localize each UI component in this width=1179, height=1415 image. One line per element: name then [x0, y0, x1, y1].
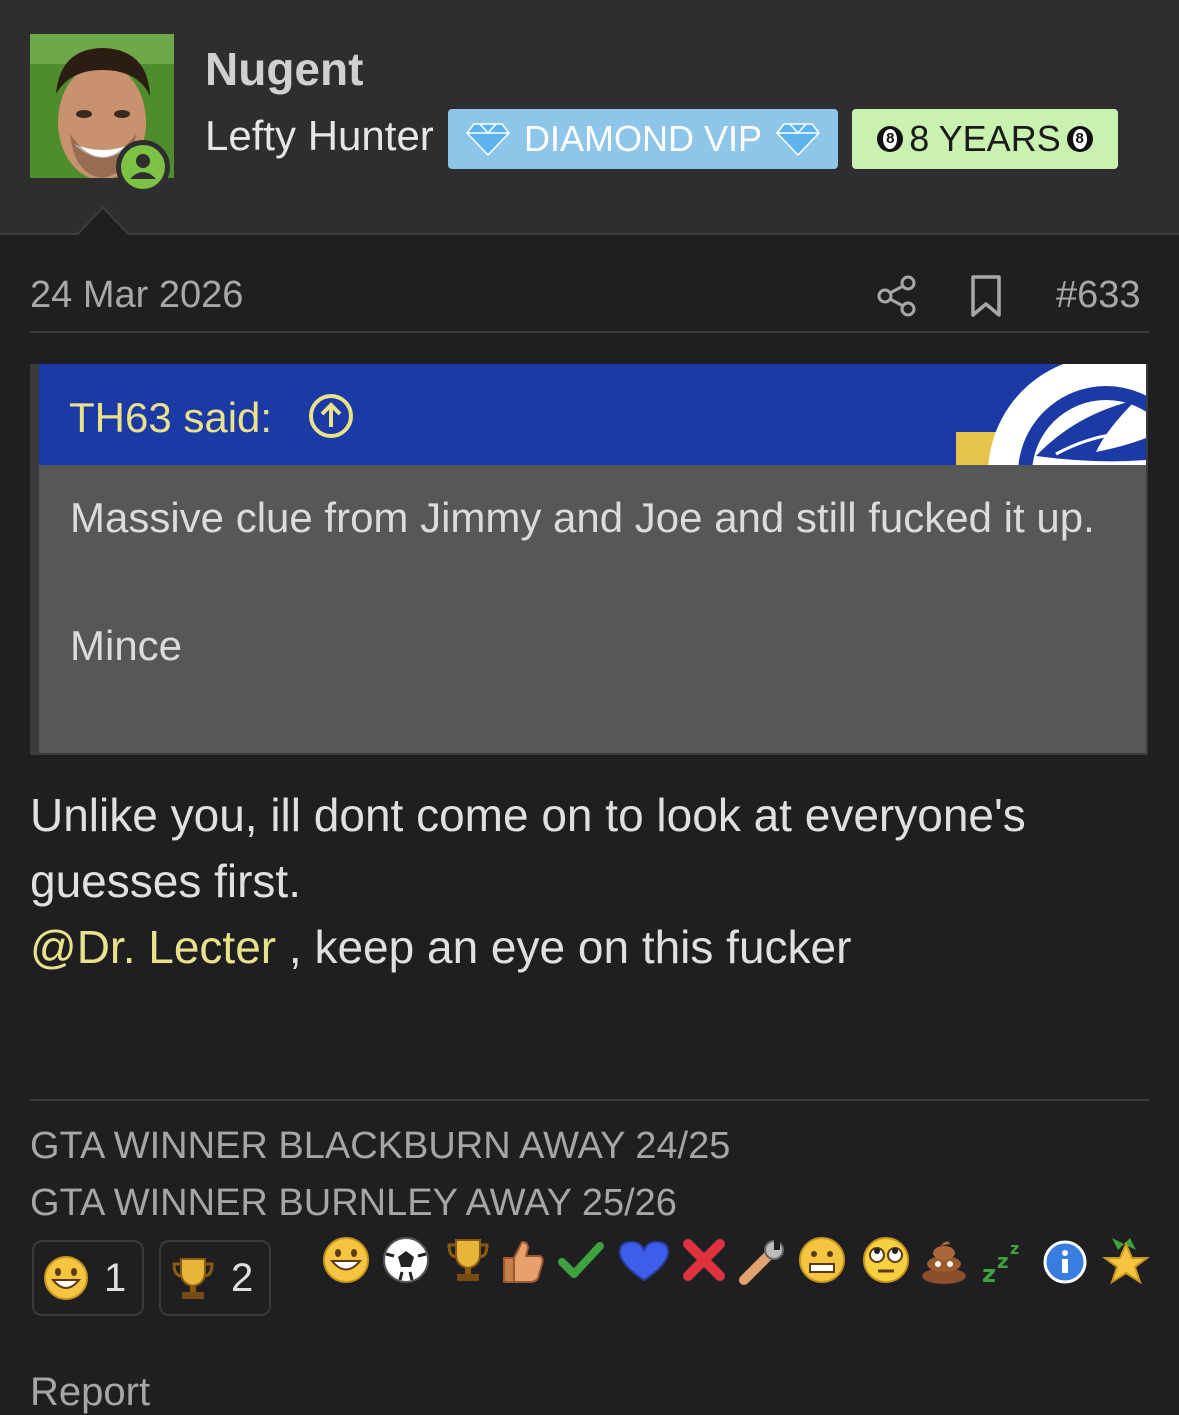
football-icon[interactable] — [383, 1237, 429, 1283]
vip-badge-label: DIAMOND VIP — [523, 118, 763, 159]
trophy-icon[interactable] — [447, 1239, 489, 1281]
poo-icon[interactable] — [922, 1241, 966, 1284]
svg-text:z: z — [997, 1249, 1009, 1273]
heart-icon[interactable] — [618, 1240, 670, 1282]
eight-ball-icon — [1066, 126, 1093, 152]
online-status — [116, 140, 170, 194]
go-to-post-icon[interactable] — [307, 392, 355, 440]
report-link[interactable]: Report — [30, 1370, 150, 1415]
check-icon[interactable] — [558, 1242, 604, 1278]
years-badge: 8 YEARS — [852, 109, 1118, 169]
svg-text:z: z — [982, 1260, 996, 1286]
user-title: Lefty Hunter — [205, 112, 434, 159]
reaction-summary-grin[interactable]: 1 — [32, 1240, 144, 1316]
star-medal-icon[interactable] — [1102, 1238, 1150, 1285]
reaction-count: 1 — [104, 1255, 127, 1300]
message-body: Unlike you, ill dont come on to look at … — [30, 782, 1150, 980]
grin-icon — [44, 1256, 88, 1300]
wrench-icon[interactable] — [739, 1240, 784, 1285]
years-badge-label: 8 YEARS — [909, 118, 1061, 159]
message-text-rest: , keep an eye on this fucker — [276, 921, 852, 973]
username[interactable]: Nugent — [205, 42, 363, 96]
cross-icon[interactable] — [683, 1239, 725, 1281]
quote-header: TH63 said: — [39, 364, 1146, 465]
diamond-icon — [776, 123, 821, 156]
reaction-summary-trophy[interactable]: 2 — [159, 1240, 271, 1316]
post-date[interactable]: 24 Mar 2026 — [30, 274, 243, 317]
quote-content: Massive clue from Jimmy and Joe and stil… — [70, 486, 1120, 678]
diamond-icon — [465, 123, 510, 156]
eight-ball-icon — [877, 126, 904, 152]
sleep-icon[interactable]: z z z — [982, 1239, 1019, 1286]
quote-text: Massive clue from Jimmy and Joe and stil… — [70, 494, 1095, 541]
grin-icon[interactable] — [323, 1237, 369, 1283]
signature: GTA WINNER BLACKBURN AWAY 24/25 GTA WINN… — [30, 1118, 730, 1232]
message-text: @Dr. Lecter , keep an eye on this fucker — [30, 914, 1150, 980]
quote-author[interactable]: TH63 said: — [69, 394, 272, 442]
signature-line: GTA WINNER BLACKBURN AWAY 24/25 — [30, 1125, 731, 1167]
user-mention-link[interactable]: @Dr. Lecter — [30, 921, 276, 973]
svg-text:z: z — [1010, 1239, 1019, 1258]
message-text: Unlike you, ill dont come on to look at … — [30, 789, 1026, 907]
signature-divider — [30, 1099, 1149, 1101]
club-crest-image — [956, 364, 1146, 465]
rolling-eyes-icon[interactable] — [863, 1237, 909, 1283]
quote-block: TH63 said: Massive clue from Jimmy and J… — [30, 364, 1148, 755]
trophy-icon — [172, 1258, 214, 1299]
reaction-count: 2 — [231, 1255, 254, 1300]
grimace-icon[interactable] — [799, 1237, 845, 1283]
quote-text: Mince — [70, 622, 183, 669]
thumbs-up-icon[interactable] — [503, 1240, 544, 1283]
reaction-bar: z z z — [323, 1237, 1150, 1286]
share-icon[interactable] — [876, 274, 918, 318]
signature-line: GTA WINNER BURNLEY AWAY 25/26 — [30, 1182, 677, 1224]
message-user-header: Nugent Lefty Hunter DIAMOND VIP 8 YEARS — [0, 0, 1179, 235]
diamond-vip-badge: DIAMOND VIP — [448, 109, 838, 169]
bookmark-icon[interactable] — [968, 274, 1004, 318]
header-pointer — [76, 206, 130, 235]
info-icon[interactable] — [1043, 1240, 1087, 1284]
user-icon — [130, 154, 156, 179]
divider — [30, 331, 1149, 333]
post-number[interactable]: #633 — [1056, 274, 1141, 317]
